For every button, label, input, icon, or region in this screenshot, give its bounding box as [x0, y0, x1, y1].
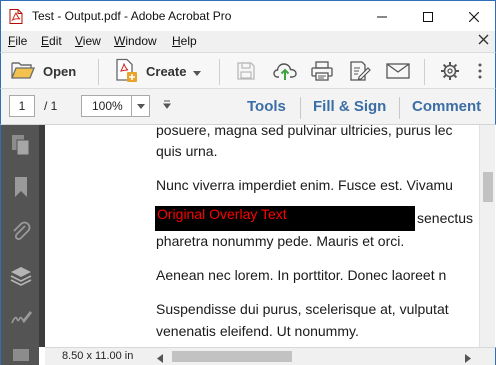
left-navigation-panel	[0, 125, 39, 365]
document-text-line: venenatis eleifend. Ut nonummy.	[156, 323, 359, 339]
more-controls-icon[interactable]	[162, 98, 172, 112]
vertical-scroll-thumb[interactable]	[483, 172, 493, 202]
zoom-dropdown-arrow-icon[interactable]	[131, 96, 149, 116]
minimize-button[interactable]	[359, 1, 405, 32]
dropdown-arrow-icon	[193, 65, 202, 79]
toolbar-divider	[424, 59, 425, 85]
document-text-line: Nunc viverra imperdiet enim. Fusce est. …	[156, 177, 453, 193]
gear-icon	[440, 61, 460, 84]
nav-divider	[399, 97, 400, 119]
maximize-button[interactable]	[405, 1, 451, 32]
close-document-icon[interactable]	[478, 34, 489, 48]
document-text-line: quis urna.	[156, 143, 218, 159]
zoom-select[interactable]: 100%	[81, 95, 150, 117]
more-tools-button[interactable]	[467, 59, 493, 85]
comment-link[interactable]: Comment	[412, 98, 481, 115]
page-size-label: 8.50 x 11.00 in	[62, 350, 134, 362]
menu-help[interactable]: Help	[172, 34, 197, 48]
signatures-icon[interactable]	[9, 306, 33, 330]
vertical-scrollbar[interactable]	[479, 125, 495, 347]
menu-edit[interactable]: Edit	[41, 34, 62, 48]
nav-divider	[300, 97, 301, 119]
tools-link[interactable]: Tools	[247, 98, 286, 115]
menu-file[interactable]: File	[8, 34, 27, 48]
create-label: Create	[146, 64, 187, 79]
toolbar-divider	[219, 59, 220, 85]
cloud-upload-icon	[273, 61, 297, 84]
layers-icon[interactable]	[9, 264, 33, 288]
page-thumbnails-icon[interactable]	[9, 133, 33, 157]
create-pdf-icon	[114, 58, 138, 85]
page-number-input[interactable]: 1	[9, 95, 35, 117]
save-button[interactable]	[233, 59, 259, 85]
scroll-left-arrow-icon[interactable]	[157, 352, 163, 365]
status-bar: 8.50 x 11.00 in	[45, 347, 496, 365]
print-button[interactable]	[309, 59, 335, 85]
printer-icon	[311, 60, 333, 84]
title-bar: Test - Output.pdf - Adobe Acrobat Pro	[0, 0, 496, 31]
bookmarks-icon[interactable]	[9, 175, 33, 199]
window-title: Test - Output.pdf - Adobe Acrobat Pro	[32, 9, 232, 23]
document-text-line: posuere, magna sed pulvinar ultricies, p…	[156, 125, 453, 138]
menu-bar: File Edit View Window Help	[0, 31, 496, 52]
create-button[interactable]: Create	[114, 58, 202, 85]
menu-view[interactable]: View	[75, 34, 101, 48]
scroll-right-arrow-icon[interactable]	[465, 352, 471, 365]
close-button[interactable]	[451, 1, 496, 32]
document-text-line: Suspendisse dui purus, scelerisque at, v…	[156, 301, 449, 317]
email-button[interactable]	[385, 59, 411, 85]
settings-button[interactable]	[437, 59, 463, 85]
content-icon[interactable]	[9, 343, 33, 365]
navigation-bar: 1 / 1 100% Tools Fill & Sign Comment	[0, 89, 496, 125]
vertical-ellipsis-icon	[478, 63, 482, 82]
envelope-icon	[386, 62, 410, 83]
open-button[interactable]: Open	[11, 58, 76, 85]
edit-pdf-button[interactable]	[347, 59, 373, 85]
page-total: / 1	[44, 99, 58, 113]
document-view[interactable]: posuere, magna sed pulvinar ultricies, p…	[45, 125, 479, 347]
zoom-value: 100%	[92, 99, 123, 113]
toolbar-divider	[98, 59, 99, 85]
fill-sign-link[interactable]: Fill & Sign	[313, 98, 386, 115]
save-icon	[236, 61, 256, 84]
document-text-line: senectus	[417, 210, 474, 226]
menu-window[interactable]: Window	[114, 34, 157, 48]
horizontal-scrollbar[interactable]	[171, 351, 461, 362]
overlay-text: Original Overlay Text	[157, 206, 287, 222]
document-text-line: Aenean nec lorem. In porttitor. Donec la…	[156, 267, 447, 283]
attachments-icon[interactable]	[9, 219, 33, 243]
horizontal-scroll-thumb[interactable]	[172, 351, 292, 362]
edit-document-icon	[349, 60, 371, 85]
pdf-file-icon	[9, 9, 23, 24]
main-toolbar: Open Create	[0, 52, 496, 89]
cloud-upload-button[interactable]	[272, 59, 298, 85]
document-text-line: pharetra nonummy pede. Mauris et orci.	[156, 233, 405, 249]
folder-icon	[11, 60, 35, 83]
open-label: Open	[43, 64, 77, 79]
